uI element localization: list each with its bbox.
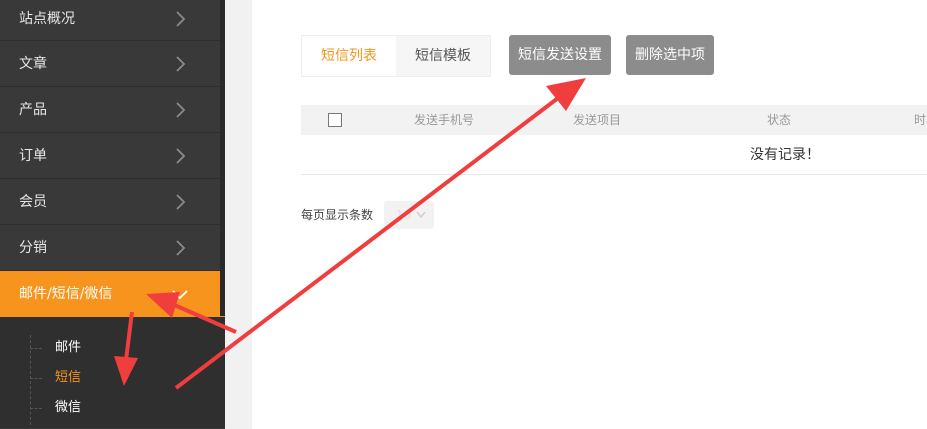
tab-bar: 短信列表 短信模板 — [301, 35, 491, 77]
subnav-item-label: 邮件 — [55, 340, 82, 355]
column-header-project: 发送项目 — [573, 113, 622, 127]
tab-sms-list[interactable]: 短信列表 — [302, 36, 396, 76]
subnav-item-label: 短信 — [55, 370, 82, 385]
per-page-select[interactable]: 10 — [384, 201, 434, 229]
sidebar-item-label: 产品 — [19, 102, 47, 118]
chevron-right-icon — [171, 10, 189, 28]
chevron-right-icon — [171, 239, 189, 257]
main-area: 短信列表 短信模板 短信发送设置 删除选中项 发送手机号 发送项目 状态 时 没… — [225, 0, 927, 429]
chevron-right-icon — [171, 101, 189, 119]
sidebar: 站点概况 文章 产品 订单 会员 分销 邮件/短信/微信 邮件 短信 微信 — [0, 0, 225, 429]
tab-sms-templates[interactable]: 短信模板 — [396, 36, 490, 76]
table-empty-row: 没有记录！ — [301, 135, 927, 175]
sidebar-item-orders[interactable]: 订单 — [0, 133, 225, 179]
sidebar-subnav: 邮件 短信 微信 — [0, 317, 225, 428]
sidebar-item-label: 文章 — [19, 56, 47, 72]
chevron-right-icon — [171, 193, 189, 211]
sidebar-item-label: 邮件/短信/微信 — [19, 286, 113, 302]
chevron-right-icon — [171, 55, 189, 73]
table-header: 发送手机号 发送项目 状态 时 — [301, 105, 927, 135]
column-header-status: 状态 — [767, 113, 792, 127]
sms-settings-button[interactable]: 短信发送设置 — [509, 35, 611, 75]
sidebar-item-label: 站点概况 — [19, 11, 75, 27]
per-page-label: 每页显示条数 — [301, 208, 374, 222]
content-panel: 短信列表 短信模板 短信发送设置 删除选中项 发送手机号 发送项目 状态 时 没… — [252, 0, 927, 429]
per-page-value: 10 — [396, 208, 412, 222]
sidebar-item-mail-sms-wechat[interactable]: 邮件/短信/微信 — [0, 271, 225, 317]
subnav-item-label: 微信 — [55, 400, 82, 415]
chevron-down-icon — [416, 211, 426, 219]
delete-selected-button[interactable]: 删除选中项 — [626, 35, 714, 75]
sidebar-item-distribution[interactable]: 分销 — [0, 225, 225, 271]
subnav-item-sms[interactable]: 短信 — [0, 363, 225, 393]
select-all-checkbox[interactable] — [328, 113, 342, 127]
sidebar-item-label: 订单 — [19, 148, 47, 164]
subnav-item-mail[interactable]: 邮件 — [0, 333, 225, 363]
column-header-time: 时 — [914, 113, 927, 127]
sidebar-item-articles[interactable]: 文章 — [0, 41, 225, 87]
sidebar-item-site-overview[interactable]: 站点概况 — [0, 0, 225, 41]
sidebar-item-products[interactable]: 产品 — [0, 87, 225, 133]
sidebar-item-members[interactable]: 会员 — [0, 179, 225, 225]
subnav-item-wechat[interactable]: 微信 — [0, 393, 225, 423]
chevron-right-icon — [171, 147, 189, 165]
chevron-down-icon — [171, 285, 189, 303]
empty-message: 没有记录！ — [750, 147, 820, 163]
sidebar-item-label: 会员 — [19, 194, 47, 210]
column-header-phone: 发送手机号 — [414, 113, 475, 127]
sidebar-item-label: 分销 — [19, 240, 47, 256]
